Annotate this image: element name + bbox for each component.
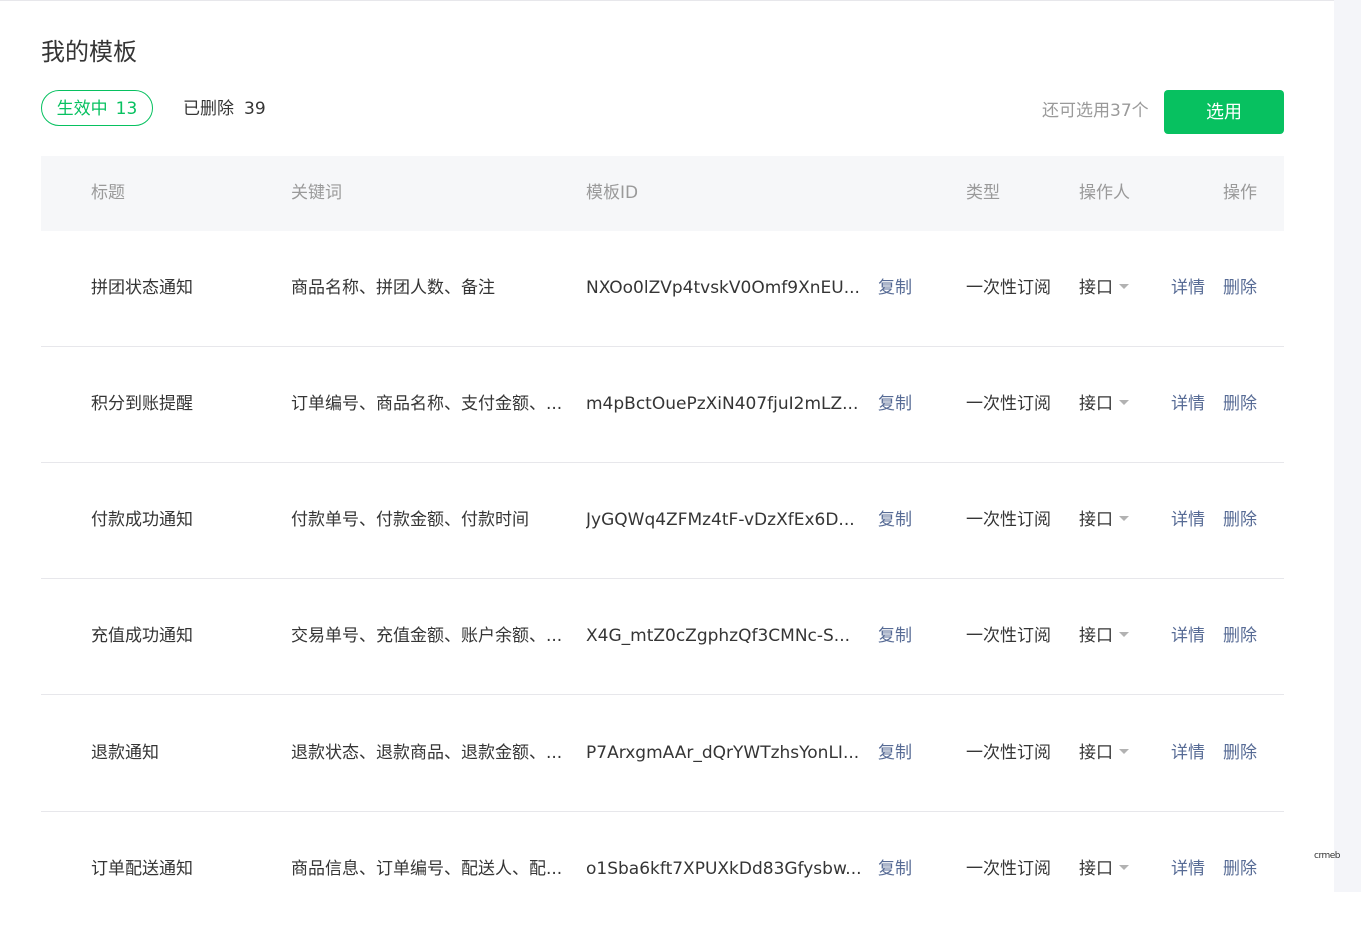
tab-active-label: 生效中 [56, 99, 108, 119]
header-template-id: 模板ID [586, 183, 639, 203]
delete-link[interactable]: 删除 [1223, 579, 1257, 694]
row-operator: 接口 [1079, 394, 1113, 414]
copy-link[interactable]: 复制 [878, 696, 912, 811]
copy-link[interactable]: 复制 [878, 347, 912, 462]
row-title: 退款通知 [91, 743, 159, 763]
delete-link[interactable]: 删除 [1223, 463, 1257, 578]
row-keywords: 退款状态、退款商品、退款金额、... [291, 743, 563, 763]
row-template-id: o1Sba6kft7XPUXkDd83Gfysbw... [586, 859, 862, 879]
header-keywords: 关键词 [291, 183, 342, 203]
tab-active[interactable]: 生效中 13 [41, 90, 153, 126]
row-keywords: 商品信息、订单编号、配送人、配... [291, 859, 563, 879]
header-operator: 操作人 [1079, 183, 1130, 203]
row-keywords: 交易单号、充值金额、账户余额、... [291, 626, 563, 646]
table-row: 付款成功通知 付款单号、付款金额、付款时间 JyGQWq4ZFMz4tF-vDz… [41, 463, 1284, 579]
operator-dropdown[interactable]: 接口 [1079, 463, 1129, 578]
table-row: 充值成功通知 交易单号、充值金额、账户余额、... X4G_mtZ0cZgphz… [41, 579, 1284, 695]
delete-link[interactable]: 删除 [1223, 696, 1257, 811]
row-type: 一次性订阅 [966, 859, 1051, 879]
select-template-button[interactable]: 选用 [1164, 90, 1284, 134]
row-title: 拼团状态通知 [91, 278, 193, 298]
row-title: 付款成功通知 [91, 510, 193, 530]
scrollbar-track[interactable] [1334, 0, 1361, 892]
detail-link[interactable]: 详情 [1171, 231, 1205, 346]
delete-link[interactable]: 删除 [1223, 231, 1257, 346]
tab-deleted-label: 已删除 [183, 99, 234, 119]
copy-link[interactable]: 复制 [878, 231, 912, 346]
caret-down-icon [1119, 399, 1129, 405]
row-title: 充值成功通知 [91, 626, 193, 646]
copy-link[interactable]: 复制 [878, 579, 912, 694]
row-type: 一次性订阅 [966, 278, 1051, 298]
table-row: 拼团状态通知 商品名称、拼团人数、备注 NXOo0lZVp4tvskV0Omf9… [41, 231, 1284, 347]
tab-deleted-count: 39 [244, 99, 266, 119]
top-divider [0, 0, 1334, 1]
header-type: 类型 [966, 183, 1000, 203]
caret-down-icon [1119, 631, 1129, 637]
caret-down-icon [1119, 748, 1129, 754]
table-header: 标题 关键词 模板ID 类型 操作人 操作 [41, 156, 1284, 231]
detail-link[interactable]: 详情 [1171, 463, 1205, 578]
row-operator: 接口 [1079, 626, 1113, 646]
operator-dropdown[interactable]: 接口 [1079, 231, 1129, 346]
tab-deleted[interactable]: 已删除 39 [183, 90, 266, 128]
operator-dropdown[interactable]: 接口 [1079, 347, 1129, 462]
detail-link[interactable]: 详情 [1171, 579, 1205, 694]
row-keywords: 商品名称、拼团人数、备注 [291, 278, 495, 298]
operator-dropdown[interactable]: 接口 [1079, 812, 1129, 927]
table-row: 退款通知 退款状态、退款商品、退款金额、... P7ArxgmAAr_dQrYW… [41, 696, 1284, 812]
row-keywords: 付款单号、付款金额、付款时间 [291, 510, 529, 530]
row-template-id: NXOo0lZVp4tvskV0Omf9XnEU... [586, 278, 860, 298]
row-template-id: X4G_mtZ0cZgphzQf3CMNc-S... [586, 626, 851, 646]
caret-down-icon [1119, 283, 1129, 289]
row-title: 订单配送通知 [91, 859, 193, 879]
page-title: 我的模板 [41, 38, 137, 66]
row-type: 一次性订阅 [966, 743, 1051, 763]
caret-down-icon [1119, 864, 1129, 870]
operator-dropdown[interactable]: 接口 [1079, 696, 1129, 811]
row-template-id: P7ArxgmAAr_dQrYWTzhsYonLI... [586, 743, 860, 763]
header-actions: 操作 [1223, 183, 1257, 203]
caret-down-icon [1119, 515, 1129, 521]
row-title: 积分到账提醒 [91, 394, 193, 414]
row-type: 一次性订阅 [966, 510, 1051, 530]
row-template-id: JyGQWq4ZFMz4tF-vDzXfEx6D... [586, 510, 855, 530]
row-keywords: 订单编号、商品名称、支付金额、... [291, 394, 563, 414]
delete-link[interactable]: 删除 [1223, 347, 1257, 462]
copy-link[interactable]: 复制 [878, 812, 912, 927]
page-container: 我的模板 生效中 13 已删除 39 还可选用37个 选用 标题 关键词 模板ID … [0, 0, 1334, 892]
row-operator: 接口 [1079, 859, 1113, 879]
header-title: 标题 [91, 183, 125, 203]
row-type: 一次性订阅 [966, 394, 1051, 414]
watermark-logo: crmeb [1314, 851, 1341, 861]
row-operator: 接口 [1079, 510, 1113, 530]
delete-link[interactable]: 删除 [1223, 812, 1257, 927]
row-template-id: m4pBctOuePzXiN407fjuI2mLZ... [586, 394, 859, 414]
remaining-quota-text: 还可选用37个 [1042, 101, 1149, 121]
row-operator: 接口 [1079, 278, 1113, 298]
detail-link[interactable]: 详情 [1171, 696, 1205, 811]
copy-link[interactable]: 复制 [878, 463, 912, 578]
detail-link[interactable]: 详情 [1171, 347, 1205, 462]
detail-link[interactable]: 详情 [1171, 812, 1205, 927]
operator-dropdown[interactable]: 接口 [1079, 579, 1129, 694]
tab-active-count: 13 [115, 99, 138, 119]
table-row: 订单配送通知 商品信息、订单编号、配送人、配... o1Sba6kft7XPUX… [41, 812, 1284, 928]
row-operator: 接口 [1079, 743, 1113, 763]
row-type: 一次性订阅 [966, 626, 1051, 646]
table-row: 积分到账提醒 订单编号、商品名称、支付金额、... m4pBctOuePzXiN… [41, 347, 1284, 463]
